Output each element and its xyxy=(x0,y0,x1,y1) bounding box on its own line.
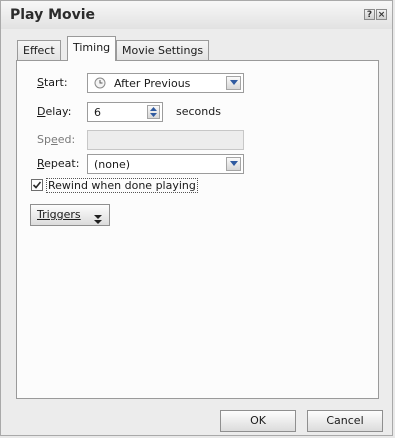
repeat-dropdown[interactable]: (none) xyxy=(87,154,244,174)
cancel-button[interactable]: Cancel xyxy=(307,410,383,432)
rewind-label[interactable]: Rewind when done playing xyxy=(46,178,198,193)
tab-effect[interactable]: Effect xyxy=(17,40,61,60)
start-value: After Previous xyxy=(114,77,191,90)
repeat-label: Repeat: xyxy=(37,157,80,170)
delay-input[interactable]: 6 xyxy=(87,102,163,122)
triggers-button[interactable]: Triggers xyxy=(30,204,110,226)
start-dropdown[interactable]: After Previous xyxy=(87,73,244,93)
rewind-checkbox[interactable] xyxy=(31,179,43,191)
delay-spinner[interactable] xyxy=(147,105,160,119)
close-button[interactable]: × xyxy=(376,9,387,20)
triggers-label: Triggers xyxy=(37,208,81,221)
delay-value: 6 xyxy=(94,106,101,119)
double-chevron-down-icon xyxy=(94,211,102,231)
delay-label: Delay: xyxy=(37,105,72,118)
tab-movie-settings[interactable]: Movie Settings xyxy=(116,40,210,60)
chevron-down-icon[interactable] xyxy=(226,76,241,90)
speed-dropdown[interactable] xyxy=(87,130,244,150)
help-button[interactable]: ? xyxy=(364,9,375,20)
clock-icon xyxy=(94,77,106,92)
ok-button[interactable]: OK xyxy=(220,410,296,432)
chevron-down-icon[interactable] xyxy=(226,157,241,171)
speed-label: Speed: xyxy=(37,133,76,146)
timing-panel: Start: After Previous Delay: 6 seconds S… xyxy=(16,60,379,399)
start-label: Start: xyxy=(37,76,68,89)
title-bar: Play Movie ? × xyxy=(1,1,392,29)
play-movie-dialog: Play Movie ? × Effect Timing Movie Setti… xyxy=(0,0,393,436)
delay-unit: seconds xyxy=(176,105,221,118)
dialog-title: Play Movie xyxy=(10,7,96,23)
repeat-value: (none) xyxy=(94,158,131,171)
tab-timing[interactable]: Timing xyxy=(67,36,117,61)
